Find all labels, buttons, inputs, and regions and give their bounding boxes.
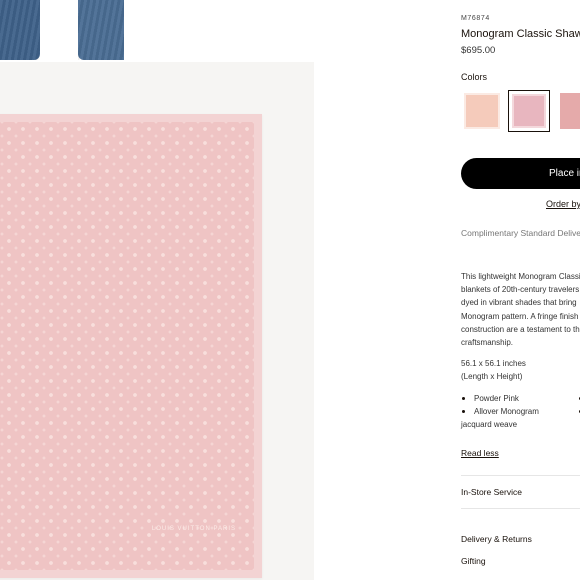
monogram-pattern: [0, 122, 254, 570]
dimensions-size: 56.1 x 56.1 inches: [461, 359, 526, 368]
description-line: Monogram pattern. A fringe finish: [461, 311, 579, 321]
in-store-service-link[interactable]: In-Store Service: [461, 487, 522, 497]
feature-item-continuation: jacquard weave: [461, 420, 518, 429]
delivery-note: Complimentary Standard Delivery: [461, 228, 580, 238]
divider: [461, 508, 580, 509]
color-swatch-beige-rose[interactable]: [461, 90, 503, 132]
jeans-right-leg: [78, 0, 124, 60]
divider: [461, 475, 580, 476]
product-dimensions: 56.1 x 56.1 inches (Length x Height): [461, 357, 526, 383]
colors-label: Colors: [461, 72, 488, 82]
jeans-left-leg: [0, 0, 40, 60]
description-line: craftsmanship.: [461, 338, 514, 348]
shawl-image: LOUIS VUITTON PARIS: [0, 114, 262, 578]
gifting-link[interactable]: Gifting: [461, 556, 486, 566]
place-in-cart-button[interactable]: Place in: [461, 158, 580, 189]
product-details: M76874 Monogram Classic Shawl $695.00 Co…: [461, 0, 580, 580]
description-line: construction are a testament to th: [461, 324, 580, 334]
product-price: $695.00: [461, 45, 496, 56]
feature-item: Powder Pink: [461, 392, 580, 405]
dimensions-unit-note: (Length x Height): [461, 372, 523, 381]
swatch-fill: [560, 93, 580, 129]
product-gallery[interactable]: LOUIS VUITTON PARIS: [0, 0, 314, 580]
feature-item: Allover Monogram: [461, 405, 580, 418]
swatch-fill: [464, 93, 500, 129]
swatch-fill: [512, 94, 546, 128]
product-sku: M76874: [461, 15, 490, 22]
delivery-returns-link[interactable]: Delivery & Returns: [461, 534, 532, 544]
product-description: This lightweight Monogram Classic blanke…: [461, 270, 580, 349]
product-title: Monogram Classic Shawl: [461, 28, 580, 40]
order-by-link[interactable]: Order by: [546, 199, 580, 209]
color-swatch-old-rose[interactable]: [557, 90, 580, 132]
description-line: This lightweight Monogram Classic: [461, 272, 580, 281]
description-line: blankets of 20th-century travelers: [461, 285, 580, 295]
model-image: [0, 0, 314, 62]
shawl-watermark: LOUIS VUITTON PARIS: [151, 526, 236, 532]
read-less-link[interactable]: Read less: [461, 448, 499, 458]
color-swatch-powder-pink[interactable]: [508, 90, 550, 132]
feature-list: Powder Pink Allover Monogram jacquard we…: [461, 392, 580, 431]
description-line: dyed in vibrant shades that bring: [461, 298, 577, 308]
